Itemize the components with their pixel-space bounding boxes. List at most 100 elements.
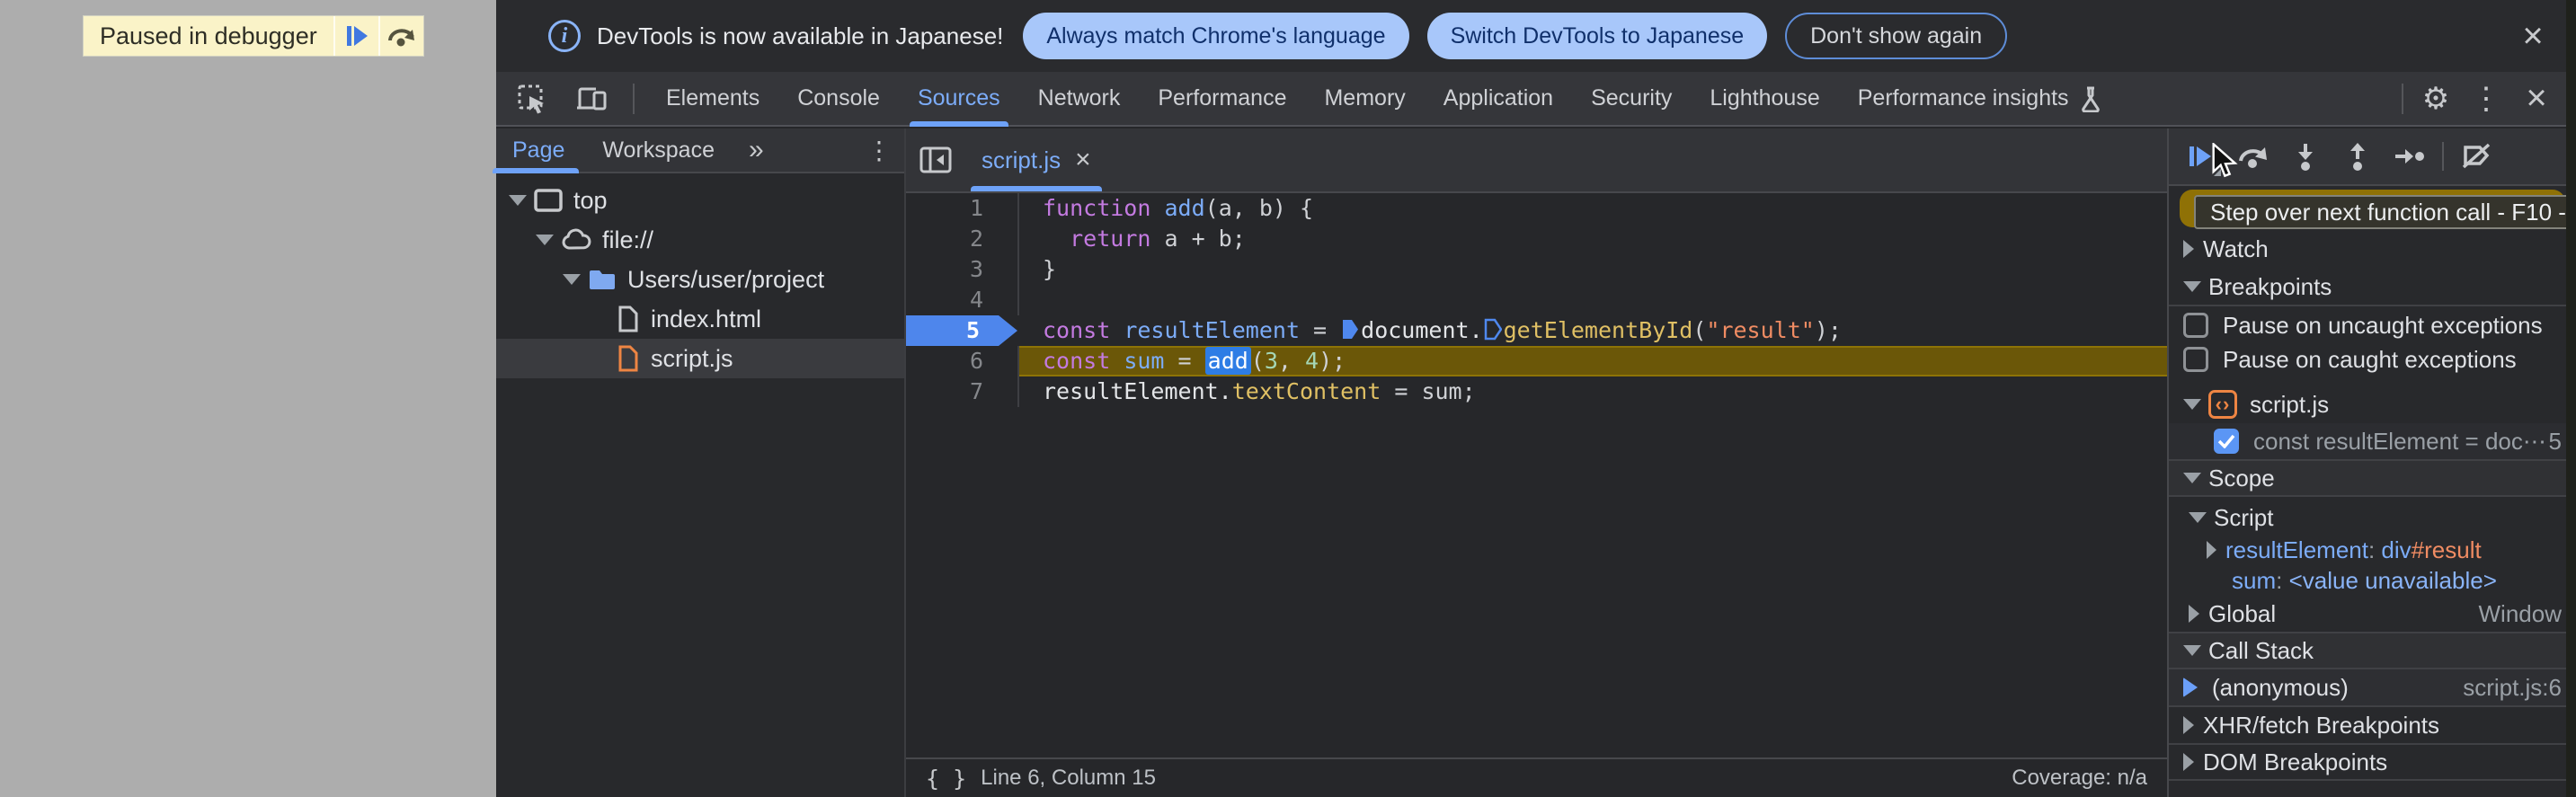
caret-right-icon [2183,753,2194,771]
tab-elements[interactable]: Elements [647,72,778,125]
xhr-breakpoints-section-header[interactable]: XHR/fetch Breakpoints [2169,705,2576,743]
scope-section-header[interactable]: Scope [2169,459,2576,497]
debugger-sidebar: Watch Breakpoints Pause on uncaught exce… [2167,128,2576,797]
breakpoints-section-header[interactable]: Breakpoints [2169,269,2576,306]
deactivate-breakpoints-button[interactable] [2453,133,2500,180]
resume-script-button[interactable] [333,16,378,56]
checkbox-unchecked[interactable] [2183,347,2208,372]
caret-down-icon [563,274,581,285]
line-number[interactable]: 4 [906,285,1019,315]
code-line-content: function add(a, b) { [1043,195,1314,221]
caret-down-icon [2183,281,2201,292]
caret-right-icon [2183,240,2194,258]
close-devtools-icon[interactable]: × [2515,77,2558,120]
caret-right-icon [2183,716,2194,734]
tab-lighthouse[interactable]: Lighthouse [1691,72,1838,125]
code-view[interactable]: 1 function add(a, b) {2 return a + b; 3} 4 5… [906,193,2167,757]
step-over-button-page[interactable] [378,16,423,56]
current-frame-arrow-icon [2183,677,2198,697]
navigator-overflow-icon[interactable]: » [749,135,764,165]
inline-breakpoint-icon [1343,320,1359,339]
paused-in-debugger-banner: Paused in debugger [83,15,424,57]
tab-application[interactable]: Application [1425,72,1572,125]
tree-item-script-js[interactable]: script.js [496,339,904,378]
tab-network[interactable]: Network [1019,72,1140,125]
caret-down-icon [509,195,527,206]
devtools-window: i DevTools is now available in Japanese!… [492,0,2576,797]
code-line-content [1019,285,2167,315]
tree-item-top[interactable]: top [496,181,904,220]
breakpoint-file-group[interactable]: ‹› script.js [2169,385,2576,423]
code-line-1[interactable]: 1 function add(a, b) { [906,193,2167,224]
scope-var-resultElement[interactable]: resultElement: div#result [2169,535,2576,565]
line-number[interactable]: 3 [906,254,1019,285]
tab-performance-insights[interactable]: Performance insights [1839,72,2120,125]
tab-memory[interactable]: Memory [1305,72,1424,125]
navigator-kebab-icon[interactable]: ⋮ [866,136,892,165]
tab-security[interactable]: Security [1572,72,1691,125]
code-line-content: const resultElement = document. getElemen… [1043,317,1842,343]
tree-item-index-html[interactable]: index.html [496,299,904,339]
coverage-status: Coverage: n/a [2012,766,2147,790]
tab-sources[interactable]: Sources [899,72,1019,127]
toggle-device-toolbar-icon[interactable] [570,77,613,120]
watch-section-header[interactable]: Watch [2169,229,2576,269]
screenshot-root: Paused in debugger i DevTools is now ava… [0,0,2576,797]
infobar-close-icon[interactable]: × [2513,16,2553,56]
checkbox-unchecked[interactable] [2183,313,2208,338]
navigator-tab-workspace[interactable]: Workspace [599,128,718,172]
dont-show-again-button[interactable]: Don't show again [1785,13,2008,59]
pause-uncaught-row[interactable]: Pause on uncaught exceptions [2169,308,2576,342]
code-line-4[interactable]: 4 [906,285,2167,315]
code-line-7[interactable]: 7 resultElement.textContent = sum; [906,376,2167,407]
scope-global-group[interactable]: Global Window [2169,596,2576,632]
pretty-print-icon[interactable]: { } [926,766,966,792]
hide-navigator-icon[interactable] [906,128,965,191]
editor-tab-script-js[interactable]: script.js × [965,128,1107,191]
inspect-element-icon[interactable] [511,77,554,120]
close-tab-icon[interactable]: × [1075,145,1091,175]
step-out-button[interactable] [2334,133,2381,180]
tree-item-file-scheme[interactable]: file:// [496,220,904,260]
tab-performance[interactable]: Performance [1139,72,1305,125]
kebab-menu-icon[interactable]: ⋮ [2465,77,2508,120]
breakpoint-flag-gutter[interactable]: 5 [906,315,1017,346]
mouse-cursor [2212,143,2238,178]
code-line-content: } [1043,256,1057,282]
code-line-2[interactable]: 2 return a + b; [906,224,2167,254]
code-line-6[interactable]: 6 const sum = add (3, 4); [906,346,2167,376]
caret-down-icon [2183,473,2201,483]
line-number[interactable]: 7 [906,376,1019,407]
devtools-tabbar: Elements Console Sources Network Perform… [496,72,2576,127]
navigator-toolbar: Page Workspace » ⋮ [492,128,904,173]
code-line-3[interactable]: 3} [906,254,2167,285]
callstack-section-header[interactable]: Call Stack [2169,632,2576,669]
toolbar-divider [2402,83,2403,114]
line-number[interactable]: 1 [906,193,1019,224]
caret-down-icon [2183,645,2201,656]
dom-breakpoints-section-header[interactable]: DOM Breakpoints [2169,743,2576,781]
step-over-icon [387,29,414,47]
tab-console[interactable]: Console [778,72,899,125]
navigator-tab-page[interactable]: Page [492,128,580,173]
step-button[interactable] [2386,133,2433,180]
experiment-flask-icon [2080,85,2101,112]
caret-down-icon [2189,512,2207,523]
caret-down-icon [536,235,554,245]
callstack-frame-anonymous[interactable]: (anonymous) script.js:6 [2169,669,2576,705]
step-into-button[interactable] [2282,133,2329,180]
always-match-language-button[interactable]: Always match Chrome's language [1023,13,1409,59]
line-number[interactable]: 6 [906,346,1019,376]
caret-right-icon [2207,541,2216,559]
breakpoint-entry[interactable]: const resultElement = doc⋯ 5 [2169,423,2576,459]
resume-icon [346,26,368,46]
tree-item-project-folder[interactable]: Users/user/project [496,260,904,299]
scope-script-group[interactable]: Script [2169,500,2576,535]
line-number[interactable]: 2 [906,224,1019,254]
pause-caught-row[interactable]: Pause on caught exceptions [2169,342,2576,376]
switch-devtools-japanese-button[interactable]: Switch DevTools to Japanese [1426,13,1768,59]
code-line-5[interactable]: 5 const resultElement = document. getEleme… [906,315,2167,346]
scope-var-sum[interactable]: sum: <value unavailable> [2169,565,2576,596]
settings-gear-icon[interactable]: ⚙ [2414,77,2457,120]
checkbox-checked[interactable] [2214,429,2239,454]
